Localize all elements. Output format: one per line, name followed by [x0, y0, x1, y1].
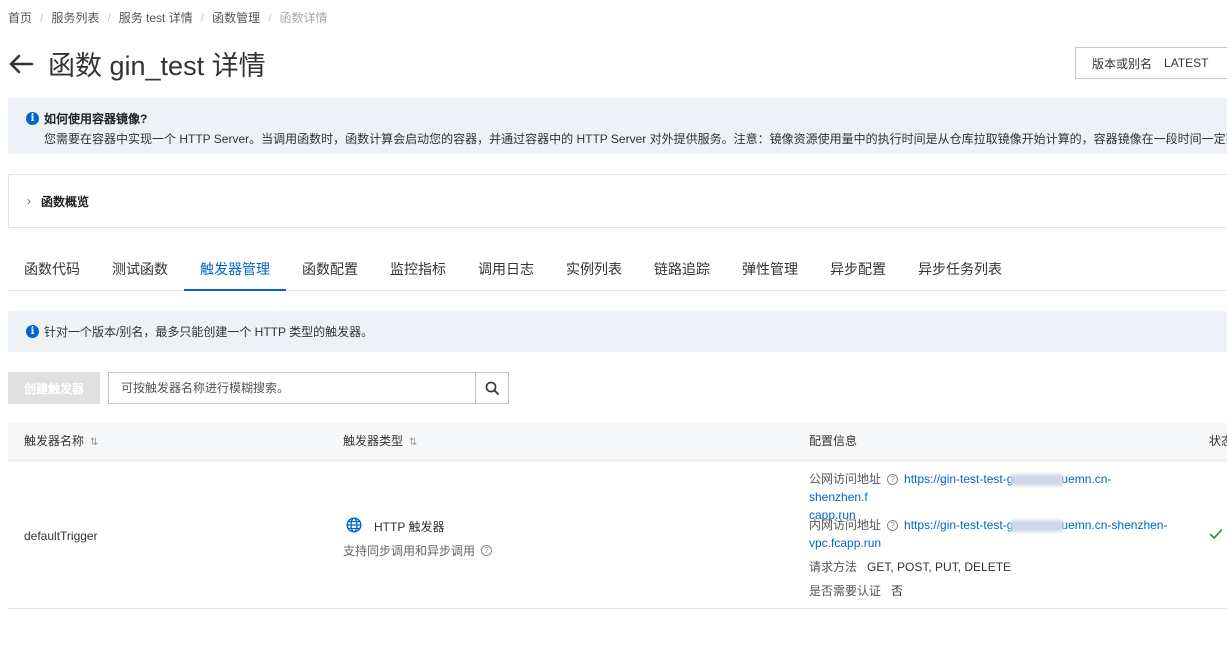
trigger-search [108, 372, 509, 404]
info-icon: i [26, 112, 39, 125]
internal-url-part: uemn.cn-shenzhen- [1061, 518, 1168, 532]
table-header: 触发器名称 ⇅ 触发器类型 ⇅ 配置信息 状态 [8, 422, 1227, 461]
internal-url-label: 内网访问地址 [809, 518, 882, 532]
request-method-value: GET, POST, PUT, DELETE [867, 560, 1012, 574]
notice-title: 如何使用容器镜像? [44, 112, 148, 126]
breadcrumb-separator: / [268, 10, 272, 25]
breadcrumb-home[interactable]: 首页 [8, 9, 32, 26]
trigger-type-label: HTTP 触发器 [374, 520, 445, 534]
page-title: 函数 gin_test 详情 [48, 51, 266, 81]
title-row: 函数 gin_test 详情 [8, 44, 266, 83]
tab-async-config[interactable]: 异步配置 [814, 250, 902, 291]
tab-elastic-management[interactable]: 弹性管理 [726, 250, 814, 291]
tab-tracing[interactable]: 链路追踪 [638, 250, 726, 291]
back-arrow-icon[interactable] [8, 53, 34, 75]
version-value: LATEST [1164, 56, 1209, 70]
breadcrumb-separator: / [107, 10, 111, 25]
table-row: defaultTrigger HTTP 触发器 支持同步调用和异步调用 ? 公网… [8, 461, 1227, 609]
column-header-type[interactable]: 触发器类型 ⇅ [343, 422, 417, 461]
breadcrumb: 首页 / 服务列表 / 服务 test 详情 / 函数管理 / 函数详情 [8, 9, 327, 26]
internal-url-row: 内网访问地址? https://gin-test-test-g uemn.cn-sh… [809, 516, 1169, 552]
auth-row: 是否需要认证否 [809, 582, 903, 600]
breadcrumb-current: 函数详情 [279, 11, 328, 25]
breadcrumb-service-detail[interactable]: 服务 test 详情 [119, 9, 193, 26]
tab-trigger-management[interactable]: 触发器管理 [184, 250, 286, 291]
redacted-blur [1011, 519, 1064, 532]
trigger-type-description: 支持同步调用和异步调用 ? [343, 542, 493, 559]
column-header-type-label: 触发器类型 [343, 434, 404, 448]
column-header-name-label: 触发器名称 [24, 434, 85, 448]
check-icon [1209, 528, 1223, 543]
info-icon: i [26, 325, 39, 338]
help-icon[interactable]: ? [887, 474, 899, 486]
breadcrumb-separator: / [200, 10, 205, 25]
search-icon[interactable] [475, 373, 508, 403]
notice-http-text: 针对一个版本/别名，最多只能创建一个 HTTP 类型的触发器。 [44, 325, 374, 339]
public-url-part: https://gin-test-test-g [904, 472, 1014, 486]
public-url-label: 公网访问地址 [809, 472, 882, 486]
column-header-config: 配置信息 [809, 434, 858, 448]
column-header-status: 状态 [1209, 434, 1227, 448]
function-overview-panel[interactable]: › 函数概览 [8, 174, 1227, 228]
version-alias-select[interactable]: 版本或别名 LATEST [1075, 47, 1227, 79]
trigger-search-input[interactable] [109, 373, 475, 403]
column-header-name[interactable]: 触发器名称 ⇅ [24, 422, 98, 461]
breadcrumb-function-management[interactable]: 函数管理 [212, 9, 260, 26]
internal-url-part: vpc.fcapp.run [809, 536, 882, 550]
tab-function-code[interactable]: 函数代码 [8, 250, 96, 291]
request-method-row: 请求方法 GET, POST, PUT, DELETE [809, 558, 1011, 576]
tab-test-function[interactable]: 测试函数 [96, 250, 184, 291]
tab-invocation-logs[interactable]: 调用日志 [462, 250, 550, 291]
http-trigger-notice: i 针对一个版本/别名，最多只能创建一个 HTTP 类型的触发器。 [8, 311, 1227, 352]
sort-icon[interactable]: ⇅ [409, 437, 417, 448]
type-desc-text: 支持同步调用和异步调用 [343, 544, 476, 558]
breadcrumb-service-list[interactable]: 服务列表 [51, 9, 99, 26]
auth-value: 否 [891, 584, 904, 598]
redacted-blur [1011, 473, 1064, 486]
sort-icon[interactable]: ⇅ [90, 437, 98, 448]
help-icon[interactable]: ? [887, 520, 899, 532]
trigger-type: HTTP 触发器 [346, 517, 444, 536]
version-label: 版本或别名 [1092, 56, 1153, 71]
notice-body: 您需要在容器中实现一个 HTTP Server。当调用函数时，函数计算会启动您的… [44, 132, 1227, 146]
tab-async-task-list[interactable]: 异步任务列表 [902, 250, 1018, 291]
tab-monitoring[interactable]: 监控指标 [374, 250, 462, 291]
internal-url-part: https://gin-test-test-g [904, 518, 1014, 532]
help-icon[interactable]: ? [481, 545, 493, 556]
trigger-name: defaultTrigger [24, 529, 98, 543]
container-image-notice: i 如何使用容器镜像? 您需要在容器中实现一个 HTTP Server。当调用函… [8, 98, 1227, 154]
auth-label: 是否需要认证 [809, 584, 882, 598]
breadcrumb-separator: / [40, 10, 44, 25]
tab-instance-list[interactable]: 实例列表 [550, 250, 638, 291]
chevron-right-icon: › [27, 194, 31, 208]
globe-icon [346, 517, 362, 536]
tab-bar: 函数代码 测试函数 触发器管理 函数配置 监控指标 调用日志 实例列表 链路追踪… [8, 250, 1227, 291]
create-trigger-button[interactable]: 创建触发器 [8, 372, 100, 404]
tab-function-config[interactable]: 函数配置 [286, 250, 374, 291]
request-method-label: 请求方法 [809, 560, 858, 574]
overview-label: 函数概览 [41, 194, 90, 209]
